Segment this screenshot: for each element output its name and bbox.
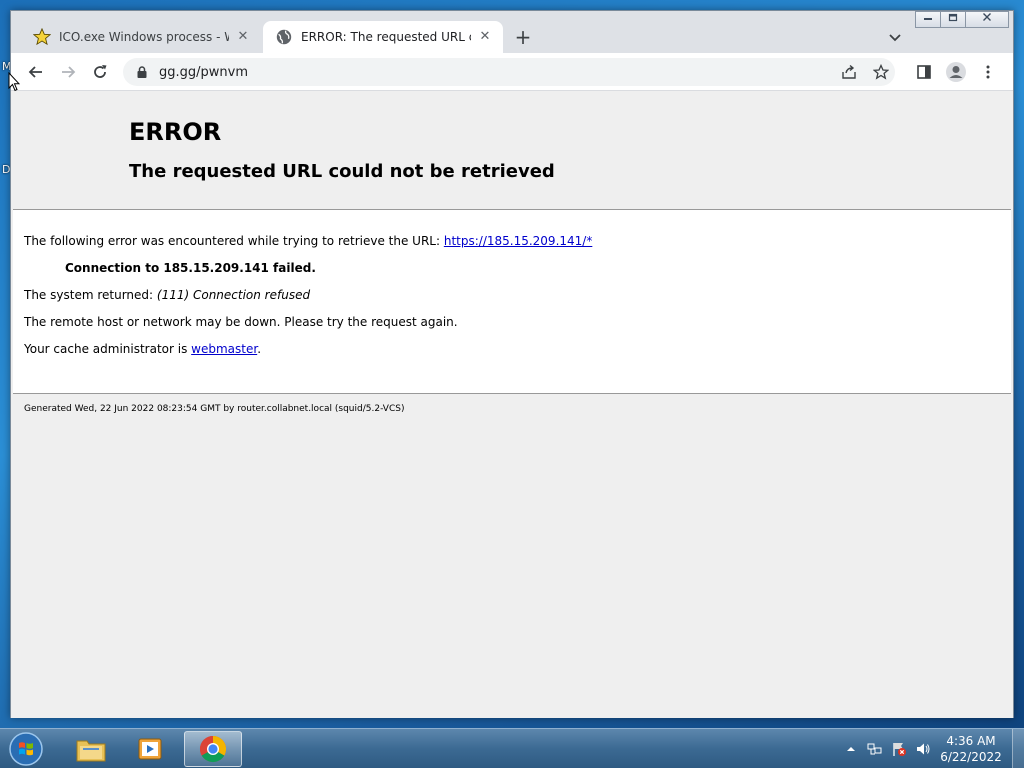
tab-ico-exe[interactable]: ICO.exe Windows process - What ✕ [21,21,261,53]
browser-toolbar: gg.gg/pwnvm [11,53,1013,91]
action-center-tray[interactable] [890,740,908,758]
omnibox-actions [831,58,895,86]
tab-title: ERROR: The requested URL could [301,30,471,44]
chrome-icon [199,735,227,763]
remote-host-text: The remote host or network may be down. … [24,315,458,329]
speaker-icon [917,743,930,755]
cache-admin-line: Your cache administrator is webmaster. [24,342,261,356]
tab-title: ICO.exe Windows process - What [59,30,229,44]
star-icon [33,28,51,46]
lock-icon[interactable] [135,65,149,79]
explorer-icon [76,740,106,762]
cache-admin-prefix: Your cache administrator is [24,342,192,356]
tab-error[interactable]: ERROR: The requested URL could ✕ [263,21,503,53]
address-bar[interactable]: gg.gg/pwnvm [123,58,895,86]
windows-start-icon [9,732,43,766]
restore-icon [948,13,958,22]
show-desktop-button[interactable] [1012,729,1024,768]
new-tab-button[interactable]: + [511,25,535,49]
forward-button[interactable] [55,59,81,85]
error-header: ERROR The requested URL could not be ret… [11,91,1013,209]
error-url-link[interactable]: https://185.15.209.141/* [444,234,592,248]
error-url-line: The following error was encountered whil… [24,234,592,248]
taskbar-explorer[interactable] [62,731,120,767]
system-tray: 4:36 AM 6/22/2022 [842,729,1024,768]
show-hidden-icons[interactable] [842,740,860,758]
generated-footer: Generated Wed, 22 Jun 2022 08:23:54 GMT … [24,404,405,414]
system-returned-prefix: The system returned: [24,288,157,302]
window-close-button[interactable] [965,11,1009,28]
back-button[interactable] [23,59,49,85]
avatar-icon [946,62,966,82]
close-icon[interactable]: ✕ [477,29,493,45]
cache-admin-suffix: . [257,342,262,356]
reload-button[interactable] [87,59,113,85]
arrow-left-icon [28,66,42,78]
close-icon [983,13,991,21]
clock-date: 6/22/2022 [940,750,1002,764]
share-icon [842,64,856,79]
close-icon[interactable]: ✕ [235,29,251,45]
minimize-icon [924,18,932,20]
network-icon [867,743,882,755]
system-returned-line: The system returned: (111) Connection re… [24,288,310,302]
system-returned-message: (111) Connection refused [156,288,311,302]
page-title: ERROR [129,118,222,146]
network-tray[interactable] [866,740,884,758]
taskbar-media-player[interactable] [122,731,180,767]
chevron-up-icon [847,747,855,751]
error-body: The following error was encountered whil… [13,209,1011,394]
flag-error-icon [893,743,906,756]
bookmark-button[interactable] [867,58,895,86]
error-url-prefix: The following error was encountered whil… [24,234,444,248]
restore-button[interactable] [940,11,966,28]
media-player-icon [138,738,162,760]
taskbar-chrome[interactable] [184,731,242,767]
share-button[interactable] [835,58,863,86]
star-outline-icon [873,64,889,80]
mouse-cursor-icon [8,72,20,92]
start-button[interactable] [6,731,46,767]
globe-icon [276,29,292,45]
browser-window: ICO.exe Windows process - What ✕ ERROR: … [10,10,1014,718]
page-subtitle: The requested URL could not be retrieved [129,161,555,182]
webmaster-link[interactable]: webmaster [191,342,257,356]
side-panel-button[interactable] [911,59,937,85]
url-text[interactable]: gg.gg/pwnvm [159,65,248,80]
profile-button[interactable] [943,59,969,85]
volume-tray[interactable] [914,740,932,758]
menu-button[interactable] [975,59,1001,85]
minimize-button[interactable] [915,11,941,28]
reload-icon [94,65,107,78]
taskbar: 4:36 AM 6/22/2022 [0,728,1024,768]
connection-failed-text: Connection to 185.15.209.141 failed. [65,261,316,275]
tab-strip: ICO.exe Windows process - What ✕ ERROR: … [11,11,1013,53]
arrow-right-icon [62,66,76,78]
kebab-menu-icon [986,65,990,79]
chevron-down-icon[interactable] [885,27,905,47]
side-panel-icon [917,65,931,79]
taskbar-clock[interactable]: 4:36 AM 6/22/2022 [938,733,1004,765]
window-controls [915,11,1009,28]
page-viewport: ERROR The requested URL could not be ret… [11,91,1013,718]
clock-time: 4:36 AM [946,734,996,748]
